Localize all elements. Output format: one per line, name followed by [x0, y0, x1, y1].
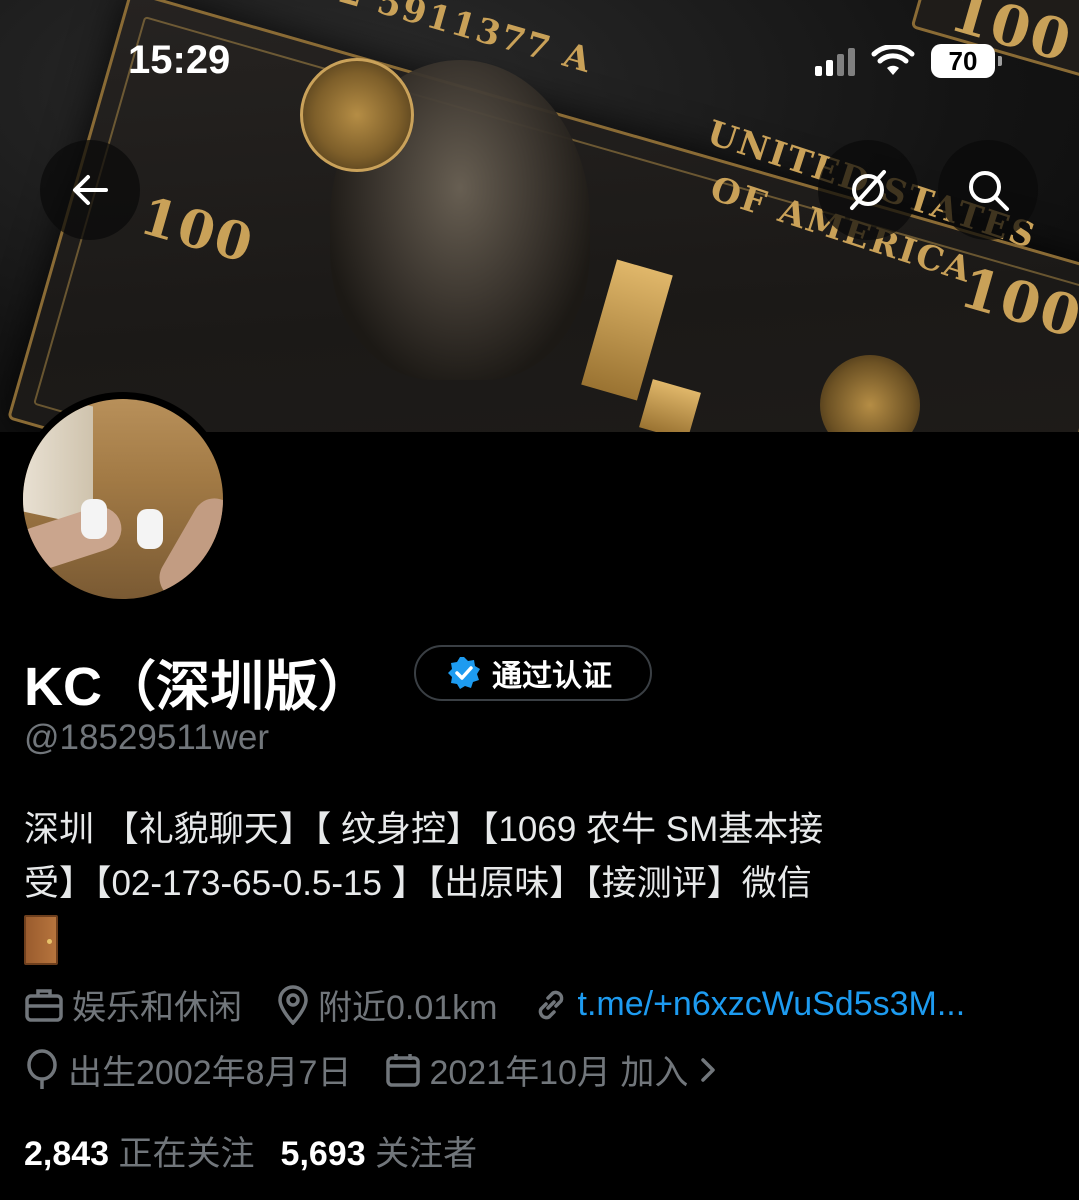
following-label: 正在关注	[118, 1135, 255, 1173]
banner-seal	[300, 58, 414, 172]
category-label: 娱乐和休闲	[72, 989, 242, 1027]
display-name: KC（深圳版）	[24, 657, 372, 717]
briefcase-icon	[25, 988, 63, 1022]
status-icons: 70	[815, 44, 1002, 78]
location-pin-icon	[278, 984, 308, 1025]
followers-stat[interactable]: 5,693 关注者	[281, 1126, 478, 1175]
back-arrow-icon	[73, 175, 108, 205]
follow-stats: 2,843 正在关注 5,693 关注者	[24, 1126, 477, 1175]
location-item: 附近0.01km	[276, 980, 498, 1029]
wifi-icon	[871, 45, 915, 75]
avatar-image	[23, 399, 223, 599]
birth-label: 出生2002年8月7日	[68, 1054, 352, 1092]
search-icon	[969, 171, 1009, 211]
followers-count: 5,693	[280, 1135, 366, 1173]
battery-indicator: 70	[931, 44, 1002, 78]
verified-check-icon	[448, 657, 480, 689]
website-link[interactable]: t.me/+n6xzcWuSd5s3M...	[578, 985, 966, 1024]
profile-meta-row-2: 出生2002年8月7日 2021年10月 加入	[24, 1045, 754, 1094]
search-button[interactable]	[938, 140, 1038, 240]
website-item[interactable]: t.me/+n6xzcWuSd5s3M...	[532, 985, 966, 1024]
joined-item[interactable]: 2021年10月 加入	[385, 1045, 720, 1094]
followers-label: 关注者	[375, 1135, 478, 1173]
cellular-signal-icon	[815, 46, 855, 76]
calendar-icon	[386, 1053, 421, 1087]
birth-item: 出生2002年8月7日	[24, 1045, 351, 1094]
profile-handle: @18529511wer	[24, 718, 270, 757]
back-button[interactable]	[40, 140, 140, 240]
link-icon	[538, 990, 563, 1019]
chevron-right-icon	[701, 1057, 716, 1082]
door-emoji-icon	[24, 914, 58, 965]
status-time: 15:29	[128, 38, 231, 82]
following-count: 2,843	[24, 1135, 110, 1173]
balloon-icon	[27, 1048, 57, 1089]
grok-button[interactable]	[818, 140, 918, 240]
bio-text: 深圳 【礼貌聊天】【 纹身控】【1069 农牛 SM基本接 受】【02-173-…	[24, 810, 824, 903]
grok-icon	[850, 170, 886, 210]
profile-avatar[interactable]	[16, 392, 230, 606]
joined-label: 2021年10月 加入	[429, 1054, 689, 1092]
location-label: 附近0.01km	[318, 989, 498, 1027]
following-stat[interactable]: 2,843 正在关注	[24, 1126, 255, 1175]
profile-bio: 深圳 【礼貌聊天】【 纹身控】【1069 农牛 SM基本接 受】【02-173-…	[24, 803, 1044, 965]
profile-meta-row-1: 娱乐和休闲 附近0.01km t.me/+n6xzcWuSd5s3M...	[24, 980, 999, 1029]
verified-badge-button[interactable]: 通过认证	[414, 645, 652, 701]
verified-label: 通过认证	[492, 660, 612, 693]
category-item: 娱乐和休闲	[24, 980, 242, 1029]
